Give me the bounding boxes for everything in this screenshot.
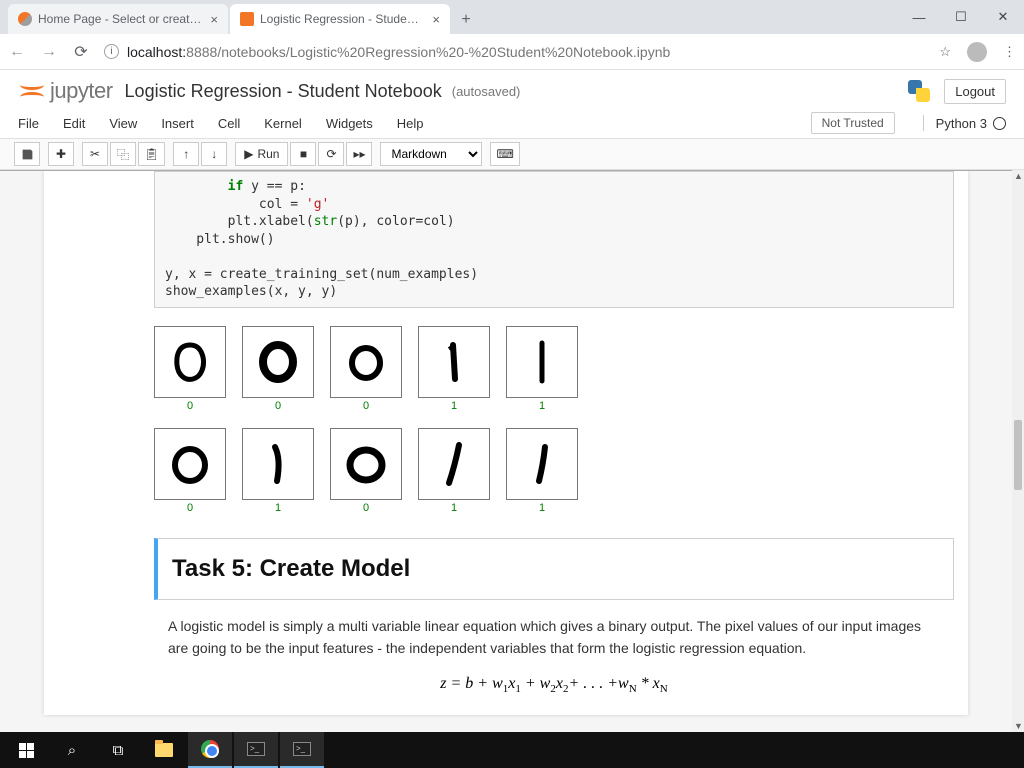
url-host: localhost: bbox=[127, 44, 186, 60]
url-port: 8888 bbox=[186, 44, 217, 60]
browser-tab-home[interactable]: Home Page - Select or create a n × bbox=[8, 4, 228, 34]
tab-title: Home Page - Select or create a n bbox=[38, 12, 202, 26]
new-tab-button[interactable]: + bbox=[452, 6, 480, 34]
restart-run-all-button[interactable]: ▸▸ bbox=[346, 142, 372, 166]
browser-tab-strip: Home Page - Select or create a n × Logis… bbox=[0, 0, 1024, 34]
start-button[interactable] bbox=[4, 732, 48, 768]
site-info-icon[interactable]: i bbox=[104, 44, 119, 59]
command-palette-button[interactable]: ⌨ bbox=[490, 142, 519, 166]
digit-output: 1 bbox=[418, 326, 490, 412]
markdown-cell-heading[interactable]: Task 5: Create Model bbox=[154, 538, 954, 600]
url-path: /notebooks/Logistic%20Regression%20-%20S… bbox=[217, 44, 670, 60]
digit-output: 1 bbox=[506, 326, 578, 412]
jupyter-word: jupyter bbox=[50, 78, 113, 104]
reload-icon[interactable]: ⟳ bbox=[72, 42, 90, 62]
menu-icon[interactable]: ⋮ bbox=[1003, 44, 1016, 60]
windows-taskbar: ⌕ ⧉ >_ >_ bbox=[0, 732, 1024, 768]
autosave-status: (autosaved) bbox=[452, 84, 521, 99]
copy-button[interactable]: ⿻ bbox=[110, 142, 136, 166]
digit-output: 1 bbox=[506, 428, 578, 514]
jupyter-header: jupyter Logistic Regression - Student No… bbox=[0, 70, 1024, 108]
digit-output: 0 bbox=[242, 326, 314, 412]
move-down-button[interactable]: ↓ bbox=[201, 142, 227, 166]
paste-button[interactable]: 📋︎ bbox=[138, 142, 165, 166]
logout-button[interactable]: Logout bbox=[944, 79, 1006, 104]
cut-button[interactable]: ✂ bbox=[82, 142, 108, 166]
minimize-button[interactable]: — bbox=[898, 0, 940, 34]
digit-output: 0 bbox=[154, 326, 226, 412]
output-digits-row-1: 0 0 0 1 1 bbox=[154, 316, 968, 418]
task-heading: Task 5: Create Model bbox=[172, 555, 939, 583]
menu-edit[interactable]: Edit bbox=[63, 116, 85, 131]
terminal-taskbar-button-2[interactable]: >_ bbox=[280, 732, 324, 768]
menu-kernel[interactable]: Kernel bbox=[264, 116, 302, 131]
menu-insert[interactable]: Insert bbox=[161, 116, 194, 131]
jupyter-icon bbox=[18, 77, 46, 105]
notebook-title[interactable]: Logistic Regression - Student Notebook bbox=[125, 81, 442, 102]
forward-icon[interactable]: → bbox=[40, 43, 58, 61]
scroll-down-icon[interactable]: ▼ bbox=[1014, 721, 1023, 731]
menu-widgets[interactable]: Widgets bbox=[326, 116, 373, 131]
output-digits-row-2: 0 1 0 1 1 bbox=[154, 418, 968, 520]
cell-type-select[interactable]: Markdown bbox=[380, 142, 482, 166]
equation: z = b + w1x1 + w2x2+ . . . +wN * xN bbox=[154, 675, 954, 695]
back-icon[interactable]: ← bbox=[8, 43, 26, 61]
trust-indicator[interactable]: Not Trusted bbox=[811, 112, 895, 134]
scroll-up-icon[interactable]: ▲ bbox=[1014, 171, 1023, 181]
run-button[interactable]: ▶ Run bbox=[235, 142, 288, 166]
menu-file[interactable]: File bbox=[18, 116, 39, 131]
menu-view[interactable]: View bbox=[109, 116, 137, 131]
jupyter-logo[interactable]: jupyter bbox=[18, 77, 113, 105]
search-button[interactable]: ⌕ bbox=[50, 732, 94, 768]
maximize-button[interactable]: ☐ bbox=[940, 0, 982, 34]
chrome-taskbar-button[interactable] bbox=[188, 732, 232, 768]
kernel-indicator[interactable]: Python 3 bbox=[923, 115, 1006, 131]
kernel-status-icon bbox=[993, 117, 1006, 130]
browser-tab-notebook[interactable]: Logistic Regression - Student No × bbox=[230, 4, 450, 34]
url-field[interactable]: i localhost:8888/notebooks/Logistic%20Re… bbox=[104, 44, 925, 60]
notebook-document: if y == p: col = 'g' plt.xlabel(str(p), … bbox=[44, 171, 968, 715]
close-icon[interactable]: × bbox=[210, 12, 218, 27]
jupyter-toolbar: ✚ ✂ ⿻ 📋︎ ↑ ↓ ▶ Run ■ ⟳ ▸▸ Markdown ⌨ bbox=[0, 138, 1024, 170]
markdown-text: A logistic model is simply a multi varia… bbox=[154, 616, 954, 659]
address-bar: ← → ⟳ i localhost:8888/notebooks/Logisti… bbox=[0, 34, 1024, 70]
jupyter-favicon bbox=[18, 12, 32, 26]
restart-button[interactable]: ⟳ bbox=[318, 142, 344, 166]
file-explorer-button[interactable] bbox=[142, 732, 186, 768]
add-cell-button[interactable]: ✚ bbox=[48, 142, 74, 166]
interrupt-button[interactable]: ■ bbox=[290, 142, 316, 166]
profile-icon[interactable] bbox=[967, 42, 987, 62]
jupyter-nb-favicon bbox=[240, 12, 254, 26]
tab-title: Logistic Regression - Student No bbox=[260, 12, 424, 26]
python-icon bbox=[906, 78, 932, 104]
digit-output: 1 bbox=[242, 428, 314, 514]
menu-help[interactable]: Help bbox=[397, 116, 424, 131]
close-window-button[interactable]: ✕ bbox=[982, 0, 1024, 34]
notebook-scroll-area[interactable]: if y == p: col = 'g' plt.xlabel(str(p), … bbox=[0, 170, 1012, 732]
close-icon[interactable]: × bbox=[432, 12, 440, 27]
code-cell-input[interactable]: if y == p: col = 'g' plt.xlabel(str(p), … bbox=[154, 171, 954, 308]
digit-output: 1 bbox=[418, 428, 490, 514]
vertical-scrollbar[interactable]: ▲ ▼ bbox=[1012, 170, 1024, 732]
scroll-thumb[interactable] bbox=[1014, 420, 1022, 490]
jupyter-menubar: File Edit View Insert Cell Kernel Widget… bbox=[0, 108, 1024, 138]
save-button[interactable] bbox=[14, 142, 40, 166]
digit-output: 0 bbox=[330, 326, 402, 412]
digit-output: 0 bbox=[330, 428, 402, 514]
terminal-taskbar-button-1[interactable]: >_ bbox=[234, 732, 278, 768]
move-up-button[interactable]: ↑ bbox=[173, 142, 199, 166]
window-controls: — ☐ ✕ bbox=[898, 0, 1024, 34]
digit-output: 0 bbox=[154, 428, 226, 514]
task-view-button[interactable]: ⧉ bbox=[96, 732, 140, 768]
menu-cell[interactable]: Cell bbox=[218, 116, 240, 131]
star-icon[interactable]: ☆ bbox=[939, 44, 951, 60]
